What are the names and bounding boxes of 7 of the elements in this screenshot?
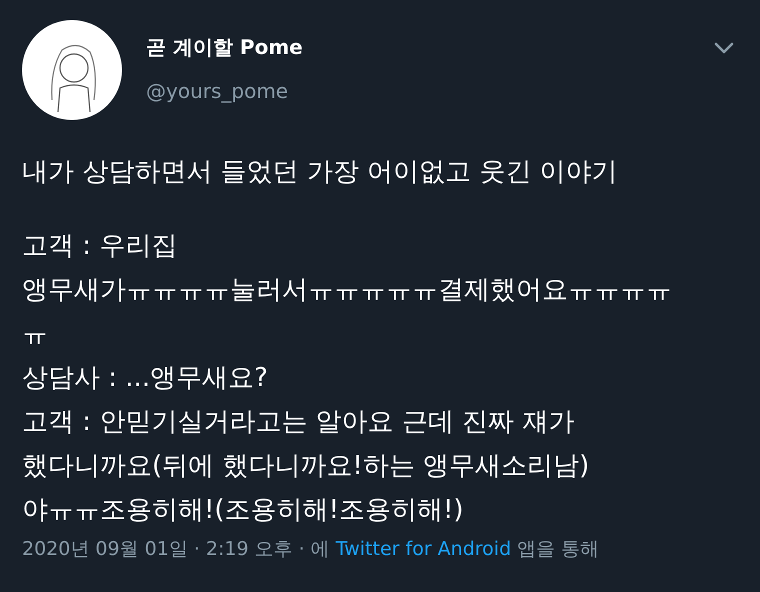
tweet-text: 고객 : 우리집 앵무새가ㅠㅠㅠㅠ눌러서ㅠㅠㅠㅠㅠ결제했어요ㅠㅠㅠㅠ ㅠ 상담사 : ...앵무새요? 고객 : 안믿기실거라고는 알아요 근데 진짜 쟤가 했다니까요(뒤에 했다니까요!하는 앵무새소리남) 야ㅠㅠ조용히해!(조용히해!조용히해!) <box>22 230 672 527</box>
user-handle[interactable]: @yours_pome <box>146 79 288 103</box>
display-name[interactable]: 곧 계이할 Pome <box>146 34 303 61</box>
tweet-timestamp: 2020년 09월 01일 · 2:19 오후 · 에 Twitter for Android 앱을 통해 <box>22 537 600 562</box>
chevron-down-icon[interactable] <box>714 42 734 54</box>
source-link[interactable]: Twitter for Android <box>336 538 512 560</box>
tweet-text: 내가 상담하면서 들었던 가장 어이없고 웃긴 이야기 <box>22 156 618 189</box>
